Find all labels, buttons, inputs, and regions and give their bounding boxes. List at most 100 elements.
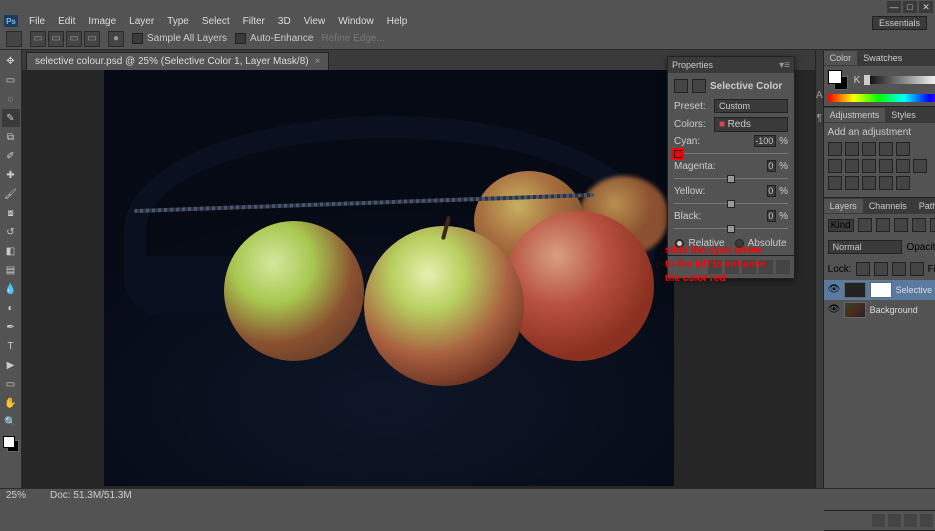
yellow-slider[interactable]	[674, 199, 788, 207]
menu-layer[interactable]: Layer	[123, 15, 160, 28]
sample-all-layers-option[interactable]: Sample All Layers	[132, 33, 227, 44]
photofilter-adjustment-icon[interactable]	[879, 159, 893, 173]
menu-view[interactable]: View	[298, 15, 332, 28]
selection-new-icon[interactable]: ▭	[30, 31, 46, 47]
threshold-adjustment-icon[interactable]	[862, 176, 876, 190]
layer-row[interactable]: 👁 Background 🔒	[824, 300, 935, 320]
brush-tool-icon[interactable]: 🖌	[2, 185, 20, 203]
layer-name[interactable]: Background	[870, 305, 935, 315]
minimize-button[interactable]: —	[887, 1, 901, 13]
link-layers-icon[interactable]	[872, 514, 885, 527]
color-panel-swatch[interactable]	[828, 70, 848, 90]
layer-row[interactable]: 👁 Selective Colo...	[824, 280, 935, 300]
eraser-tool-icon[interactable]: ◧	[2, 242, 20, 260]
menu-window[interactable]: Window	[332, 15, 380, 28]
gradient-tool-icon[interactable]: ▤	[2, 261, 20, 279]
menu-select[interactable]: Select	[196, 15, 236, 28]
k-slider[interactable]	[864, 76, 935, 84]
visibility-toggle-icon[interactable]: 👁	[828, 284, 840, 296]
tab-properties[interactable]: Properties	[672, 60, 713, 70]
posterize-adjustment-icon[interactable]	[845, 176, 859, 190]
close-tab-icon[interactable]: ×	[315, 56, 321, 67]
exposure-adjustment-icon[interactable]	[879, 142, 893, 156]
magenta-slider[interactable]	[674, 174, 788, 182]
lasso-tool-icon[interactable]: ◌	[2, 90, 20, 108]
menu-3d[interactable]: 3D	[272, 15, 297, 28]
delete-adjustment-icon[interactable]	[776, 260, 790, 274]
auto-enhance-option[interactable]: Auto-Enhance	[235, 33, 313, 44]
bw-adjustment-icon[interactable]	[862, 159, 876, 173]
lock-all-icon[interactable]	[910, 262, 924, 276]
character-panel-icon[interactable]: ¶	[817, 113, 822, 124]
add-mask-icon[interactable]	[904, 514, 917, 527]
document-tab[interactable]: selective colour.psd @ 25% (Selective Co…	[26, 52, 329, 70]
eyedropper-tool-icon[interactable]: ✐	[2, 147, 20, 165]
menu-filter[interactable]: Filter	[237, 15, 271, 28]
selectivecolor-adjustment-icon[interactable]	[896, 176, 910, 190]
move-tool-icon[interactable]: ✥	[2, 52, 20, 70]
menu-help[interactable]: Help	[381, 15, 414, 28]
shape-tool-icon[interactable]: ▭	[2, 375, 20, 393]
gradientmap-adjustment-icon[interactable]	[879, 176, 893, 190]
lock-pixels-icon[interactable]	[874, 262, 888, 276]
menu-image[interactable]: Image	[82, 15, 122, 28]
selection-subtract-icon[interactable]: ▭	[66, 31, 82, 47]
current-tool-icon[interactable]	[6, 31, 22, 47]
history-panel-icon[interactable]: A	[816, 90, 823, 101]
selection-add-icon[interactable]: ▭	[48, 31, 64, 47]
vibrance-adjustment-icon[interactable]	[896, 142, 910, 156]
black-slider[interactable]	[674, 224, 788, 232]
tab-styles[interactable]: Styles	[885, 108, 922, 122]
pen-tool-icon[interactable]: ✒	[2, 318, 20, 336]
filter-type-icon[interactable]	[894, 218, 908, 232]
brightness-adjustment-icon[interactable]	[828, 142, 842, 156]
color-swatch[interactable]	[3, 436, 19, 452]
zoom-level[interactable]: 25%	[6, 490, 26, 501]
lock-position-icon[interactable]	[892, 262, 906, 276]
history-brush-tool-icon[interactable]: ↺	[2, 223, 20, 241]
blur-tool-icon[interactable]: 💧	[2, 280, 20, 298]
yellow-input[interactable]: 0	[767, 185, 776, 197]
new-adjustment-icon[interactable]	[920, 514, 933, 527]
quick-select-tool-icon[interactable]: ✎	[2, 109, 20, 127]
filter-smart-icon[interactable]	[930, 218, 935, 232]
marquee-tool-icon[interactable]: ▭	[2, 71, 20, 89]
black-input[interactable]: 0	[767, 210, 776, 222]
cyan-input[interactable]: -100	[754, 135, 776, 147]
colorbalance-adjustment-icon[interactable]	[845, 159, 859, 173]
filter-adjust-icon[interactable]	[876, 218, 890, 232]
tab-layers[interactable]: Layers	[824, 199, 863, 213]
tab-paths[interactable]: Paths	[913, 199, 935, 213]
visibility-toggle-icon[interactable]: 👁	[828, 304, 840, 316]
filter-pixel-icon[interactable]	[858, 218, 872, 232]
hue-adjustment-icon[interactable]	[828, 159, 842, 173]
doc-size[interactable]: Doc: 51.3M/51.3M	[50, 490, 132, 501]
menu-edit[interactable]: Edit	[52, 15, 81, 28]
brush-size-picker[interactable]: ●	[108, 31, 124, 47]
filter-shape-icon[interactable]	[912, 218, 926, 232]
hand-tool-icon[interactable]: ✋	[2, 394, 20, 412]
tab-channels[interactable]: Channels	[863, 199, 913, 213]
maximize-button[interactable]: □	[903, 1, 917, 13]
zoom-tool-icon[interactable]: 🔍	[2, 413, 20, 431]
color-spectrum[interactable]	[828, 94, 935, 102]
path-select-tool-icon[interactable]: ▶	[2, 356, 20, 374]
cyan-slider[interactable]	[674, 149, 788, 157]
selection-intersect-icon[interactable]: ▭	[84, 31, 100, 47]
menu-file[interactable]: File	[23, 15, 51, 28]
close-button[interactable]: ✕	[919, 1, 933, 13]
preset-select[interactable]: Custom	[714, 99, 788, 113]
curves-adjustment-icon[interactable]	[862, 142, 876, 156]
invert-adjustment-icon[interactable]	[828, 176, 842, 190]
type-tool-icon[interactable]: T	[2, 337, 20, 355]
panel-menu-icon[interactable]: ▾≡	[779, 60, 790, 71]
magenta-input[interactable]: 0	[767, 160, 776, 172]
colors-select[interactable]: ■ Reds	[714, 117, 788, 132]
layer-name[interactable]: Selective Colo...	[896, 285, 935, 295]
crop-tool-icon[interactable]: ⧉	[2, 128, 20, 146]
colorlookup-adjustment-icon[interactable]	[913, 159, 927, 173]
tab-swatches[interactable]: Swatches	[857, 51, 908, 65]
dodge-tool-icon[interactable]: ◐	[2, 299, 20, 317]
tab-color[interactable]: Color	[824, 51, 858, 65]
channelmixer-adjustment-icon[interactable]	[896, 159, 910, 173]
